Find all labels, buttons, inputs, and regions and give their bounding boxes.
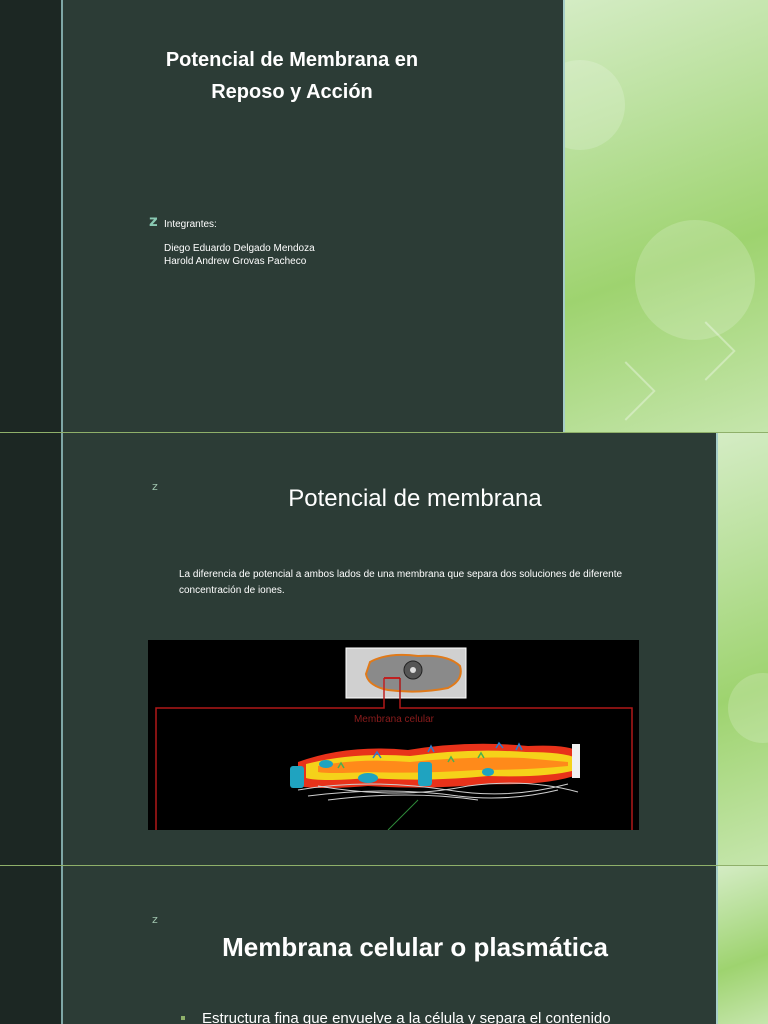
z-icon: z (152, 480, 158, 493)
slide-body-text: La diferencia de potencial a ambos lados… (179, 569, 623, 596)
membrane-illustration: Membrana celular (155, 647, 633, 831)
membrane-label: Membrana celular (354, 714, 435, 725)
slide-2[interactable]: z Potencial de membrana La diferencia de… (0, 433, 768, 866)
left-bar (0, 433, 61, 866)
bullet-text: Estructura fina que envuelve a la célula… (202, 1010, 611, 1024)
decorative-green-panel (563, 0, 768, 433)
z-icon: z (152, 913, 158, 926)
accent-line (61, 433, 63, 866)
decorative-green-panel (716, 866, 768, 1024)
membrane-diagram: Membrana celular (148, 640, 639, 831)
left-bar (0, 866, 61, 1024)
member-name: Diego Eduardo Delgado Mendoza (164, 243, 315, 254)
members-list: Diego Eduardo Delgado Mendoza Harold And… (164, 242, 315, 268)
z-icon: z (149, 212, 158, 230)
left-bar (0, 0, 61, 433)
members-label: Integrantes: (164, 219, 217, 230)
slide-title: Membrana celular o plasmática (222, 932, 608, 962)
accent-line (61, 866, 63, 1024)
accent-line (61, 0, 63, 433)
decorative-green-panel (716, 433, 768, 866)
bullet-icon (181, 1016, 185, 1020)
slide-1[interactable]: Potencial de Membrana en Reposo y Acción… (0, 0, 768, 433)
slide-title: Potencial de membrana (288, 485, 542, 512)
slide-title: Potencial de Membrana en Reposo y Acción (140, 44, 444, 108)
member-name: Harold Andrew Grovas Pacheco (164, 256, 307, 267)
slide-title-line-1: Potencial de Membrana en (165, 49, 419, 71)
slide-title-line-2: Reposo y Acción (211, 81, 373, 103)
slide-3[interactable]: z Membrana celular o plasmática Estructu… (0, 866, 768, 1024)
